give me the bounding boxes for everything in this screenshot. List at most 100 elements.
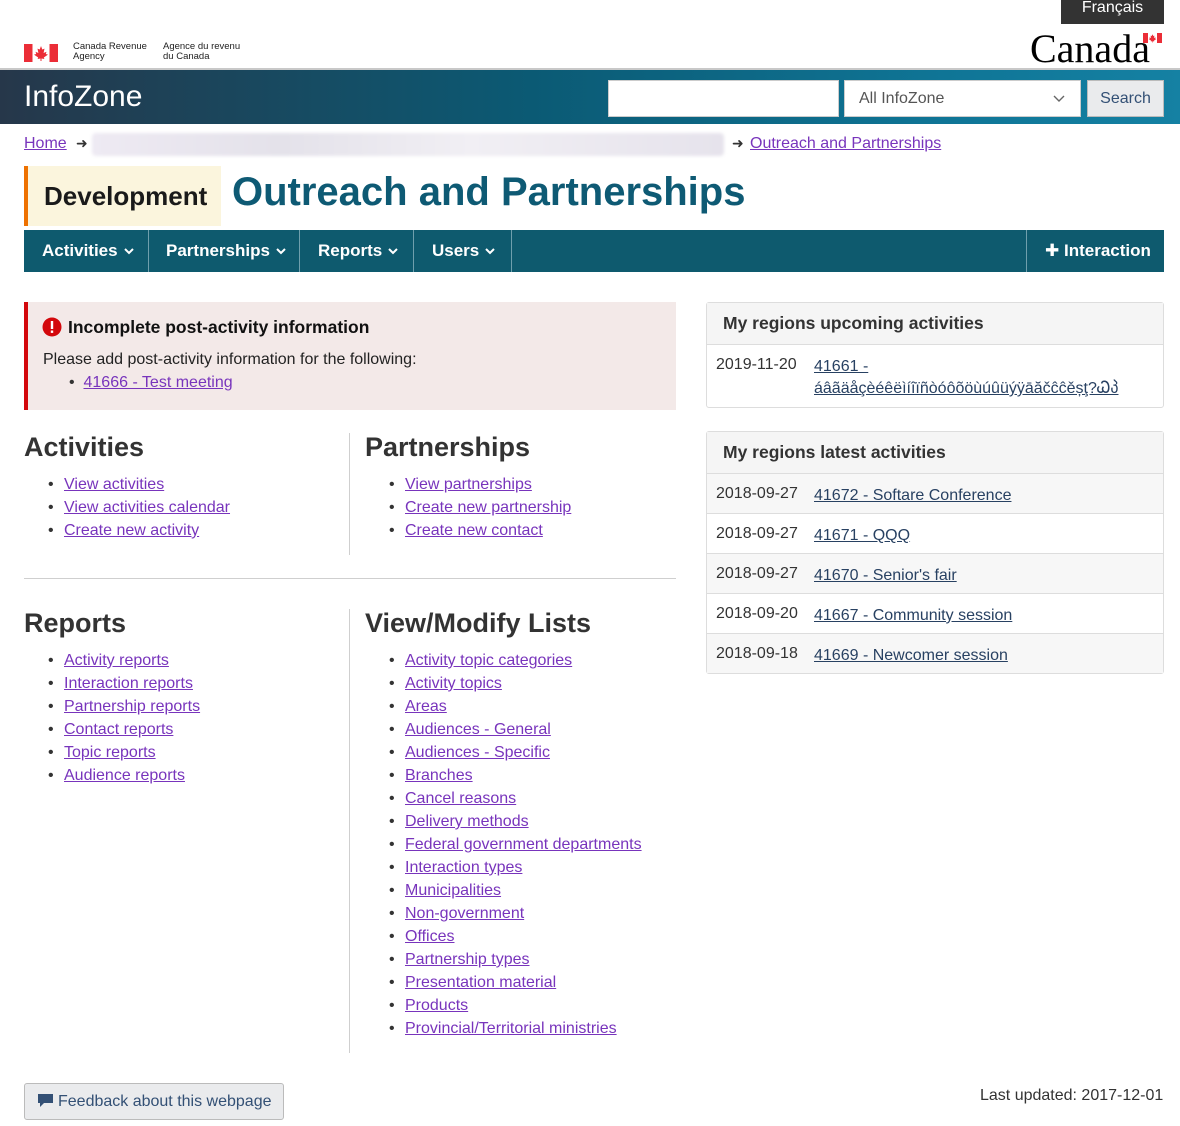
list-item: • Create new contact [389, 522, 543, 539]
activity-topic-categories-link[interactable]: Activity topic categories [405, 652, 572, 669]
search-input[interactable] [608, 80, 839, 117]
feedback-button[interactable]: Feedback about this webpage [24, 1083, 284, 1120]
list-item: • Cancel reasons [389, 790, 517, 807]
search-button[interactable]: Search [1087, 80, 1164, 117]
list-item: • Presentation material [389, 974, 557, 991]
alert-activity-link[interactable]: 41666 - Test meeting [84, 374, 233, 391]
activity-link[interactable]: 41667 - Community session [814, 605, 1134, 627]
chevron-down-icon [1053, 95, 1065, 102]
activity-topics-link[interactable]: Activity topics [405, 675, 502, 692]
products-link[interactable]: Products [405, 997, 468, 1014]
bullet: • [69, 374, 75, 391]
activity-date: 2018-09-27 [716, 485, 798, 502]
audiences-general-link[interactable]: Audiences - General [405, 721, 551, 738]
list-item: • Topic reports [48, 744, 156, 761]
interaction-reports-link[interactable]: Interaction reports [64, 675, 193, 692]
list-item: • Partnership types [389, 951, 530, 968]
offices-link[interactable]: Offices [405, 928, 455, 945]
nav-users-label: Users [432, 241, 480, 260]
page-title: Outreach and Partnerships [232, 170, 746, 214]
chevron-down-icon [485, 248, 495, 255]
contact-reports-link[interactable]: Contact reports [64, 721, 173, 738]
alert-list-item: • 41666 - Test meeting [69, 374, 233, 392]
list-item: • Areas [389, 698, 447, 715]
breadcrumb-current-link[interactable]: Outreach and Partnerships [750, 135, 941, 153]
site-banner: InfoZone All InfoZone Search [0, 68, 1180, 124]
list-item: • Activity topics [389, 675, 502, 692]
list-item: • Activity reports [48, 652, 169, 669]
list-item: • Interaction reports [48, 675, 193, 692]
create-activity-link[interactable]: Create new activity [64, 522, 199, 539]
presentation-material-link[interactable]: Presentation material [405, 974, 556, 991]
section-divider [24, 578, 676, 579]
feedback-label: Feedback about this webpage [58, 1093, 272, 1110]
breadcrumb-home-link[interactable]: Home [24, 135, 67, 153]
activity-link[interactable]: 41671 - QQQ [814, 525, 1134, 547]
activity-link[interactable]: 41672 - Softare Conference [814, 485, 1134, 507]
list-item: • Non-government [389, 905, 525, 922]
create-partnership-link[interactable]: Create new partnership [405, 499, 571, 516]
audience-reports-link[interactable]: Audience reports [64, 767, 185, 784]
partnership-reports-link[interactable]: Partnership reports [64, 698, 200, 715]
partnerships-links: • View partnerships • Create new partnersh… [389, 473, 571, 542]
alert-incomplete-info: Incomplete post-activity information Ple… [24, 302, 676, 410]
topic-reports-link[interactable]: Topic reports [64, 744, 156, 761]
activity-date: 2018-09-27 [716, 525, 798, 542]
audiences-specific-link[interactable]: Audiences - Specific [405, 744, 550, 761]
delivery-methods-link[interactable]: Delivery methods [405, 813, 529, 830]
create-contact-link[interactable]: Create new contact [405, 522, 543, 539]
comment-icon [38, 1094, 53, 1107]
last-updated: Last updated: 2017-12-01 [980, 1087, 1164, 1104]
nav-users[interactable]: Users [414, 230, 512, 272]
partnership-types-link[interactable]: Partnership types [405, 951, 530, 968]
partnerships-heading: Partnerships [365, 432, 531, 462]
list-item: • Interaction types [389, 859, 523, 876]
chevron-down-icon [276, 248, 286, 255]
language-toggle-link[interactable]: Français [1061, 0, 1164, 24]
municipalities-link[interactable]: Municipalities [405, 882, 501, 899]
list-item: • View partnerships [389, 476, 532, 493]
nav-reports[interactable]: Reports [300, 230, 414, 272]
breadcrumb-redacted [92, 133, 724, 156]
view-activities-link[interactable]: View activities [64, 476, 164, 493]
interaction-types-link[interactable]: Interaction types [405, 859, 522, 876]
site-title[interactable]: InfoZone [24, 80, 142, 114]
table-row: 2018-09-20 41667 - Community session [707, 594, 1163, 634]
latest-activities-panel: My regions latest activities 2018-09-27 … [706, 431, 1164, 674]
list-item: • Activity topic categories [389, 652, 573, 669]
view-partnerships-link[interactable]: View partnerships [405, 476, 532, 493]
cancel-reasons-link[interactable]: Cancel reasons [405, 790, 516, 807]
list-item: • Create new partnership [389, 499, 572, 516]
reports-links: • Activity reports • Interaction reports •… [48, 649, 200, 787]
activity-link[interactable]: 41670 - Senior's fair [814, 565, 1134, 587]
view-activities-calendar-link[interactable]: View activities calendar [64, 499, 230, 516]
nav-activities[interactable]: Activities [24, 230, 149, 272]
add-interaction-label: Interaction [1063, 241, 1151, 260]
upcoming-activities-heading: My regions upcoming activities [707, 303, 1163, 345]
branches-link[interactable]: Branches [405, 767, 473, 784]
lists-links: • Activity topic categories • Activity top… [389, 649, 642, 1040]
list-item: • Provincial/Territorial ministries [389, 1020, 617, 1037]
exclamation-circle-icon [42, 317, 62, 337]
federal-departments-link[interactable]: Federal government departments [405, 836, 642, 853]
nav-partnerships[interactable]: Partnerships [149, 230, 300, 272]
activity-link[interactable]: 41669 - Newcomer session [814, 645, 1134, 667]
non-government-link[interactable]: Non-government [405, 905, 524, 922]
list-item: • Federal government departments [389, 836, 642, 853]
activity-reports-link[interactable]: Activity reports [64, 652, 169, 669]
areas-link[interactable]: Areas [405, 698, 447, 715]
alert-title: Incomplete post-activity information [68, 317, 370, 337]
search-scope-select[interactable]: All InfoZone [844, 80, 1081, 117]
wordmark-flag-icon [1143, 33, 1162, 43]
table-row: 2019-11-20 41661 - áâãäåçèéêëìíîïñòóôõöùú… [707, 345, 1163, 407]
provincial-ministries-link[interactable]: Provincial/Territorial ministries [405, 1020, 617, 1037]
chevron-down-icon [388, 248, 398, 255]
list-item: • Offices [389, 928, 455, 945]
add-interaction-button[interactable]: ✚ Interaction [1026, 230, 1164, 272]
list-item: • Create new activity [48, 522, 200, 539]
plus-icon: ✚ [1045, 241, 1060, 260]
activity-date: 2018-09-18 [716, 645, 798, 662]
search-scope-value: All InfoZone [859, 90, 945, 107]
list-item: • View activities calendar [48, 499, 231, 516]
activity-link[interactable]: 41661 - áâãäåçèéêëìíîïñòóôõöùúûüýÿāăčĉĉěș… [814, 356, 1134, 400]
